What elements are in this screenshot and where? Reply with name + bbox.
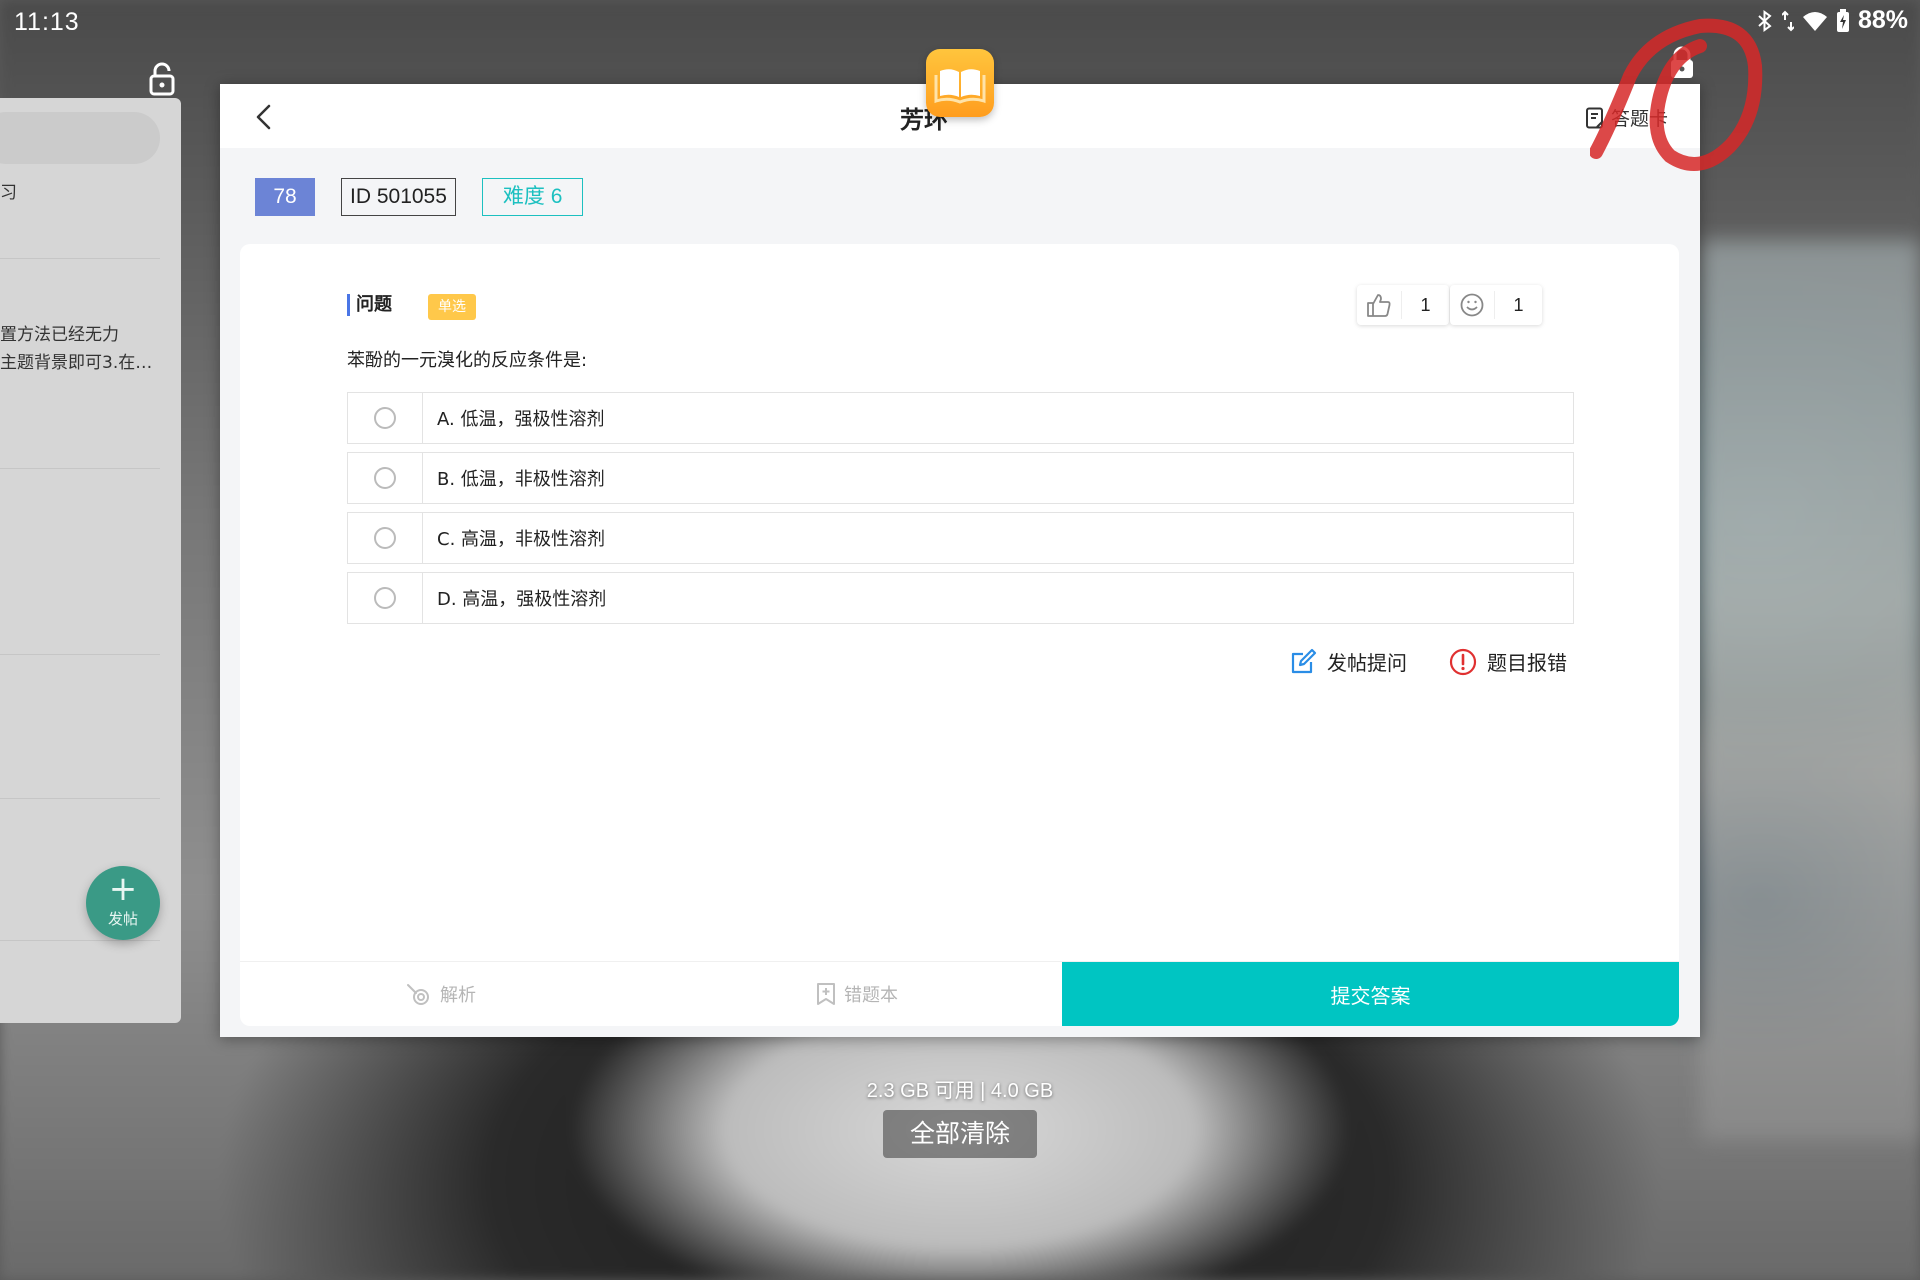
data-arrows-icon [1781,10,1794,31]
status-icons: 88% [1756,6,1908,35]
question-tags: 78 ID 501055 难度 6 [255,178,584,216]
post-question-label: 发帖提问 [1327,651,1407,675]
option-b[interactable]: B. 低温，非极性溶剂 [347,452,1574,504]
difficulty-badge: 难度 6 [481,178,584,216]
wifi-icon [1802,11,1827,31]
alert-icon [1449,648,1477,675]
bottom-toolbar: 解析 错题本 提交答案 [240,961,1679,1026]
main-app-window[interactable]: 芳环 答题卡 78 ID 501055 难度 6 问题 单选 1 1 苯酚的一元… [220,84,1700,1037]
question-number-badge: 78 [255,178,315,216]
book-icon [934,69,986,104]
smiley-icon [1460,293,1484,317]
question-actions: 发帖提问 题目报错 [1289,647,1567,676]
reaction-button[interactable]: 1 [1450,285,1542,325]
reaction-count: 1 [1513,294,1524,315]
question-type-badge: 单选 [428,294,476,320]
next-app-preview[interactable] [1700,240,1920,1140]
option-text: C. 高温，非极性溶剂 [437,529,606,550]
left-divider [0,654,160,655]
left-text-fragment: 习 [0,183,17,203]
radio-button[interactable] [374,587,396,609]
question-panel: 问题 单选 1 1 苯酚的一元溴化的反应条件是: A. 低温，强极性溶剂 B. … [240,244,1679,1026]
left-divider [0,940,160,941]
lock-open-icon[interactable] [148,62,176,96]
submit-answer-button[interactable]: 提交答案 [1062,962,1679,1026]
radio-cell [348,393,423,443]
battery-icon [1836,8,1849,32]
option-text: D. 高温，强极性溶剂 [437,589,607,610]
option-text: B. 低温，非极性溶剂 [437,469,605,490]
battery-level: 88% [1857,6,1908,34]
analysis-icon [407,984,429,1005]
left-text-fragment: 主题背景即可3.在… [0,353,153,373]
post-fab-button[interactable]: + 发帖 [86,866,160,940]
bookmark-add-icon [817,983,835,1005]
like-count: 1 [1420,294,1431,315]
report-error-button[interactable]: 题目报错 [1449,647,1567,676]
back-arrow-icon[interactable] [250,102,280,132]
mistake-book-button[interactable]: 错题本 [816,962,898,1026]
radio-button[interactable] [374,467,396,489]
option-d[interactable]: D. 高温，强极性溶剂 [347,572,1574,624]
recent-app-card-left[interactable]: 习 置方法已经无力 主题背景即可3.在… + 发帖 [0,98,181,1023]
radio-cell [348,513,423,563]
left-search-bar [0,112,160,164]
plus-icon: + [108,869,138,909]
radio-button[interactable] [374,527,396,549]
analysis-label: 解析 [440,985,476,1006]
left-divider [0,798,160,799]
option-c[interactable]: C. 高温，非极性溶剂 [347,512,1574,564]
analysis-button[interactable]: 解析 [406,962,476,1026]
radio-cell [348,573,423,623]
mistake-book-label: 错题本 [844,985,898,1006]
left-text-fragment: 置方法已经无力 [0,325,119,345]
fab-label: 发帖 [107,910,138,928]
report-error-label: 题目报错 [1487,651,1567,675]
edit-icon [1291,648,1317,673]
app-icon[interactable] [926,49,994,117]
option-a[interactable]: A. 低温，强极性溶剂 [347,392,1574,444]
question-id-badge: ID 501055 [341,178,456,216]
answer-options: A. 低温，强极性溶剂 B. 低温，非极性溶剂 C. 高温，非极性溶剂 D. 高… [347,392,1574,632]
question-stem: 苯酚的一元溴化的反应条件是: [347,350,588,371]
left-divider [0,258,160,259]
radio-button[interactable] [374,407,396,429]
option-text: A. 低温，强极性溶剂 [437,409,605,430]
left-divider [0,468,160,469]
thumbs-up-icon [1367,294,1391,317]
memory-info: 2.3 GB 可用 | 4.0 GB [866,1080,1054,1102]
status-time: 11:13 [14,8,80,36]
red-annotation-circle [1590,18,1763,171]
clear-all-button[interactable]: 全部清除 [883,1110,1037,1158]
post-question-button[interactable]: 发帖提问 [1289,647,1407,676]
question-label: 问题 [347,294,392,316]
like-button[interactable]: 1 [1357,285,1449,325]
radio-cell [348,453,423,503]
